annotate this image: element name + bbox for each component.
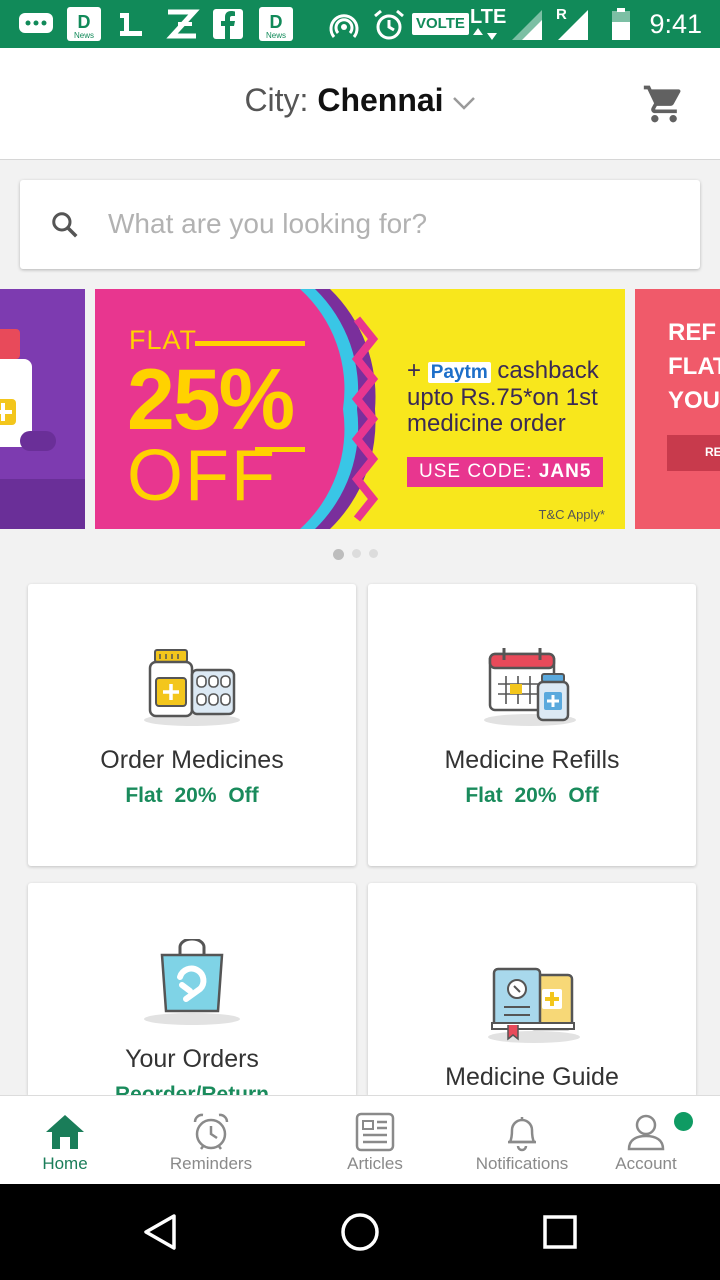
signal-icon [512,10,542,40]
recents-icon[interactable] [542,1212,578,1252]
nav-home[interactable]: Home [10,1096,120,1185]
card-title: Your Orders [125,1045,259,1073]
back-icon[interactable] [140,1212,180,1252]
search-icon [52,212,78,238]
medicine-bottle-icon [144,649,240,726]
banner-next-line-2: FLAT [668,353,720,380]
terms-text: T&C Apply* [538,507,605,522]
home-icon [46,1115,84,1149]
carousel-dot [333,549,344,560]
card-title: Medicine Guide [445,1063,619,1091]
calendar-refill-icon [484,648,576,726]
promo-code-badge: USE CODE: JAN5 [407,457,604,487]
promo-code-label: USE CODE: [419,461,533,482]
bell-icon [507,1117,537,1152]
news-app-icon: DNews [259,7,293,41]
card-medicine-guide[interactable]: Medicine Guide [368,883,696,1095]
banner-next-line-3: YOU [668,387,720,414]
promo-code: JAN5 [538,461,592,482]
battery-icon [612,8,630,40]
card-offer: Reorder/Return [114,1083,270,1095]
clock: 9:41 [649,9,702,39]
volte-icon: VOLTE [412,13,469,35]
carousel-dot [369,549,378,558]
banner-off: OFF [127,436,277,516]
svg-text:D: D [78,12,91,32]
nav-label: Account [615,1154,677,1173]
svg-text:D: D [270,12,283,32]
medicine-jar-illustration [0,329,85,529]
banner-flat-25-off[interactable]: FLAT 25% OFF + Paytm cashback upto Rs.75… [95,289,625,529]
banner-plus: + [407,357,422,384]
banner-line-3: medicine order [407,410,566,437]
nav-reminders[interactable]: Reminders [150,1096,272,1185]
alarm-icon [374,9,404,40]
city-name: Chennai [317,82,444,118]
paytm-logo: Paytm [427,362,491,383]
hotspot-icon [329,14,359,38]
banner-next-button: RE [667,435,720,471]
nav-articles[interactable]: Articles [320,1096,430,1185]
card-your-orders[interactable]: Your Orders Reorder/Return [28,883,356,1095]
card-offer: Flat 20% Off [125,784,259,807]
news-app-icon: DNews [67,7,101,41]
shopping-bag-icon [144,939,240,1025]
nav-label: Articles [347,1154,403,1173]
alarm-clock-icon [193,1113,229,1150]
card-offer: Flat 20% Off [465,784,599,807]
app-1-icon [120,13,142,36]
nav-account[interactable]: Account [600,1096,692,1185]
card-medicine-refills[interactable]: Medicine Refills Flat 20% Off [368,584,696,866]
city-label: City: [244,82,318,118]
articles-icon [355,1112,395,1152]
cart-icon[interactable] [642,82,686,126]
search-bar[interactable]: What are you looking for? [20,180,700,269]
svg-text:News: News [266,31,286,40]
nav-label: Notifications [475,1154,569,1173]
search-input[interactable]: What are you looking for? [108,208,427,240]
chat-icon [19,13,53,33]
offer-carousel[interactable]: FLAT 25% OFF + Paytm cashback upto Rs.75… [0,289,720,529]
signal-icon [558,10,588,40]
card-title: Order Medicines [100,746,284,774]
system-navigation-bar [0,1184,720,1280]
city-selector[interactable]: City: Chennai [0,82,720,119]
banner-next-line-1: REF [668,319,716,346]
nav-label: Reminders [169,1154,253,1173]
banner-cashback-line: + Paytm cashback [407,357,599,385]
carousel-dot [352,549,361,558]
status-bar: D News D News VOLTE LTE R 9:41 [0,0,720,48]
banner-cashback: cashback [497,357,599,384]
app-bar: City: Chennai [0,48,720,160]
banner-next[interactable]: REF FLAT YOU RE [635,289,720,529]
banner-previous[interactable] [0,289,85,529]
facebook-icon [213,9,243,39]
lte-arrows-icon [473,28,497,40]
nav-label: Home [42,1154,88,1173]
bottom-navigation: Home Reminders Articles Notifications Ac… [0,1095,720,1184]
nav-notifications[interactable]: Notifications [466,1096,578,1185]
svg-text:News: News [74,31,94,40]
card-title: Medicine Refills [444,746,620,774]
zee-icon [166,9,200,39]
user-icon [627,1114,665,1151]
medicine-book-icon [488,967,580,1043]
card-order-medicines[interactable]: Order Medicines Flat 20% Off [28,584,356,866]
home-button-icon[interactable] [340,1212,380,1252]
chevron-down-icon [452,96,475,110]
account-badge-dot [674,1112,693,1131]
banner-line-2: upto Rs.75*on 1st [407,384,598,411]
carousel-indicator [333,549,393,561]
